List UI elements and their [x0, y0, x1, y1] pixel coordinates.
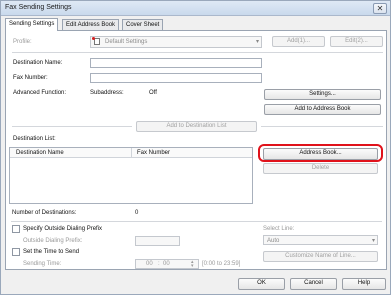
profile-document-icon [92, 37, 100, 45]
destination-name-input[interactable] [90, 58, 262, 68]
destination-count-value: 0 [135, 210, 139, 216]
advanced-function-label: Advanced Function: [13, 90, 67, 96]
sending-time-separator: : [158, 261, 160, 267]
divider [12, 52, 383, 53]
subaddress-value: Off [149, 90, 157, 96]
close-button[interactable]: ✕ [373, 3, 387, 14]
tab-edit-address-book[interactable]: Edit Address Book [62, 19, 120, 30]
time-to-send-check-label: Set the Time to Send [23, 249, 80, 255]
divider [11, 221, 382, 222]
outside-prefix-check-label: Specify Outside Dialing Prefix [23, 226, 103, 232]
column-fax-number[interactable]: Fax Number [137, 150, 170, 156]
ok-button[interactable]: OK [238, 278, 285, 290]
time-to-send-checkbox[interactable] [12, 248, 20, 256]
divider [261, 126, 383, 127]
settings-button[interactable]: Settings... [264, 89, 381, 100]
close-icon: ✕ [376, 4, 384, 13]
add-to-destination-list-button[interactable]: Add to Destination List [136, 121, 257, 132]
select-line-dropdown[interactable]: Auto ▾ [263, 235, 378, 245]
chevron-down-icon: ▾ [371, 238, 375, 244]
sending-time-hour: 00 [146, 261, 153, 267]
destination-list[interactable]: Destination Name Fax Number [9, 147, 253, 204]
select-line-value: Auto [267, 238, 280, 244]
select-line-label: Select Line: [263, 226, 295, 232]
add-to-address-book-button[interactable]: Add to Address Book [264, 104, 381, 115]
profile-select[interactable]: Default Settings ▾ [90, 36, 262, 48]
cancel-button[interactable]: Cancel [290, 278, 337, 290]
tab-cover-sheet[interactable]: Cover Sheet [122, 19, 164, 30]
profile-value: Default Settings [105, 39, 148, 45]
outside-prefix-input[interactable] [135, 236, 180, 246]
address-book-highlight [258, 144, 383, 162]
divider [12, 126, 132, 127]
destination-count-label: Number of Destinations: [12, 210, 77, 216]
destination-list-header: Destination Name Fax Number [10, 148, 252, 158]
sending-time-range: [0:00 to 23:59] [202, 261, 241, 267]
chevron-down-icon: ▾ [255, 39, 259, 45]
tab-sending-settings[interactable]: Sending Settings [5, 18, 59, 31]
destination-list-label: Destination List: [13, 136, 56, 142]
sending-time-minute: 00 [163, 261, 170, 267]
destination-name-label: Destination Name: [13, 60, 63, 66]
sending-time-input[interactable]: 00 : 00 ▴ ▾ [135, 259, 199, 269]
fax-number-label: Fax Number: [13, 75, 48, 81]
fax-sending-settings-dialog: Fax Sending Settings ✕ Sending Settings … [0, 0, 391, 295]
sending-time-label: Sending Time: [23, 261, 62, 267]
profile-label: Profile: [13, 39, 32, 45]
column-divider [131, 148, 132, 158]
customize-line-name-button[interactable]: Customize Name of Line... [263, 251, 378, 262]
column-destination-name[interactable]: Destination Name [16, 150, 64, 156]
outside-prefix-label: Outside Dialing Prefix: [23, 238, 83, 244]
subaddress-label: Subaddress: [90, 90, 124, 96]
fax-number-input[interactable] [90, 73, 262, 83]
window-title: Fax Sending Settings [5, 4, 72, 11]
help-button[interactable]: Help [342, 278, 386, 290]
profile-add-button[interactable]: Add(1)... [272, 36, 325, 47]
spinner-down-icon[interactable]: ▾ [191, 263, 194, 269]
delete-button[interactable]: Delete [263, 163, 378, 174]
profile-edit-button[interactable]: Edit(2)... [330, 36, 383, 47]
title-bar: Fax Sending Settings ✕ [1, 1, 390, 16]
outside-prefix-checkbox[interactable] [12, 225, 20, 233]
